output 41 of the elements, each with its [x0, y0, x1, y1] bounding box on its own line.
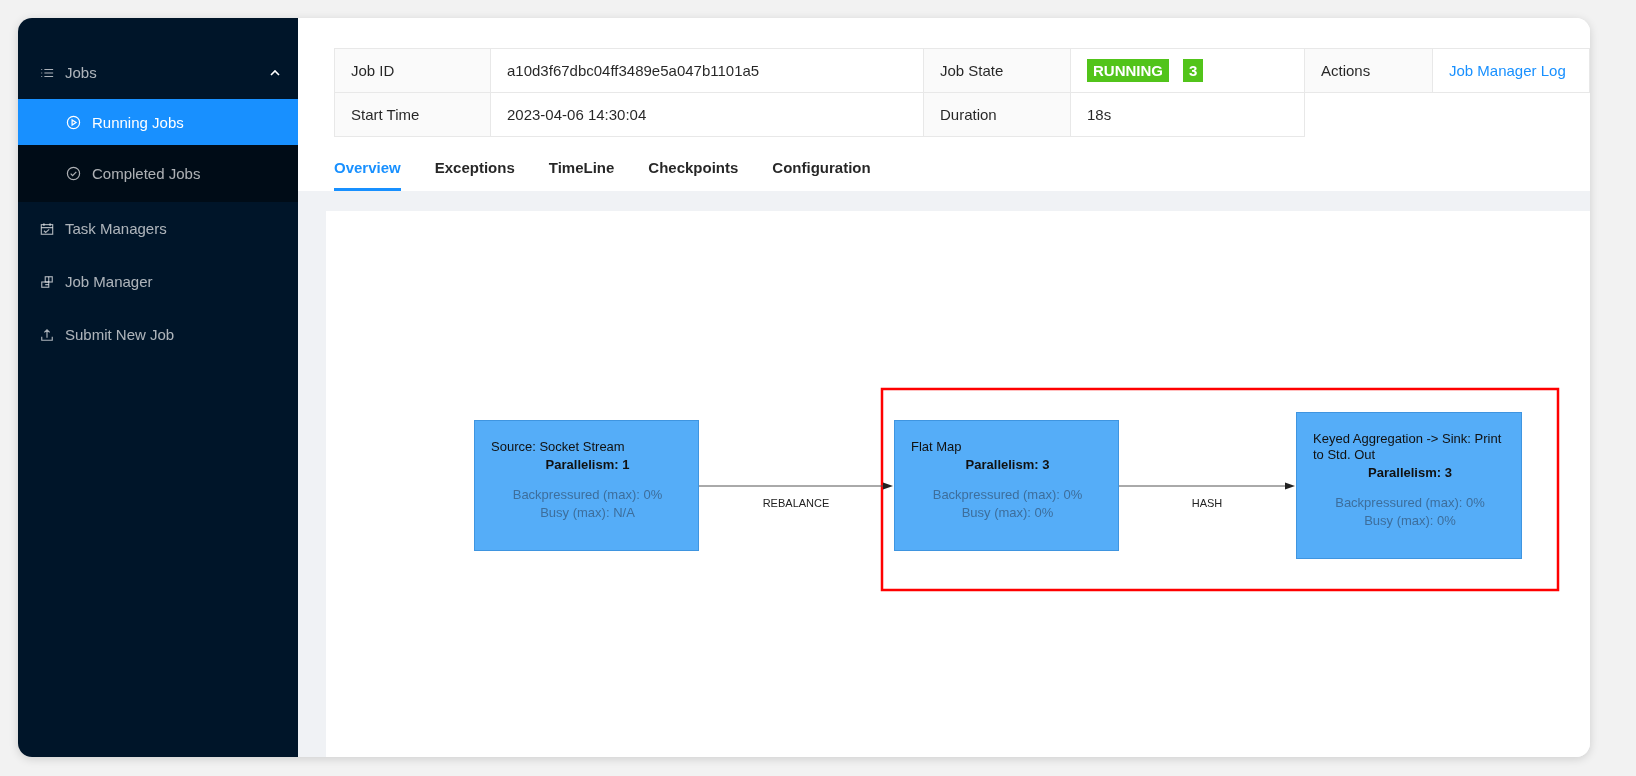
operator-node[interactable]: Flat Map Parallelism: 3 Backpressured (max): 0% Busy (max): 0% — [894, 420, 1119, 551]
windows-icon — [40, 274, 54, 289]
field-value: 18s — [1087, 106, 1112, 123]
field-value: a10d3f67dbc04ff3489e5a047b1101a5 — [507, 62, 760, 79]
status-badge: RUNNING — [1087, 59, 1169, 82]
node-parallelism: Parallelism: 3 — [964, 457, 1051, 472]
sidebar-item[interactable]: Job Manager — [18, 255, 298, 308]
tab[interactable]: TimeLine — [548, 153, 615, 191]
sidebar-item[interactable]: Jobs — [18, 46, 298, 99]
sidebar-item[interactable]: Submit New Job — [18, 308, 298, 361]
field-value: 2023-04-06 14:30:04 — [507, 106, 647, 123]
field-label: Job ID — [351, 62, 395, 79]
field-label: Job State — [940, 62, 1004, 79]
tab[interactable]: Checkpoints — [648, 153, 739, 191]
edge-label: HASH — [1191, 497, 1223, 509]
node-metric: Busy (max): 0% — [960, 504, 1055, 522]
node-metric: Busy (max): 0% — [1363, 512, 1457, 530]
check-circle-icon — [66, 166, 81, 181]
tab[interactable]: Exceptions — [434, 153, 515, 191]
node-metric: Backpressured (max): 0% — [931, 486, 1084, 504]
tab[interactable]: Configuration — [772, 153, 871, 191]
play-circle-icon — [66, 114, 81, 130]
node-parallelism: Parallelism: 3 — [1367, 465, 1453, 480]
field-label: Duration — [940, 106, 997, 123]
node-title: Source: Socket Stream — [491, 439, 626, 455]
field-label: Start Time — [351, 106, 420, 123]
node-metric: Busy (max): N/A — [539, 504, 636, 522]
node-title: Flat Map — [911, 439, 963, 455]
count-badge: 3 — [1183, 59, 1204, 82]
operator-node[interactable]: Keyed Aggregation -> Sink: Print to Std. Out Parallelism: 3 Backpressured (max): 0% Busy (max): 0% — [1296, 412, 1522, 559]
node-metric: Backpressured (max): 0% — [511, 486, 664, 504]
edge-label: REBALANCE — [762, 497, 830, 509]
sidebar-item[interactable]: Completed Jobs — [18, 145, 298, 202]
field-label: Actions — [1321, 62, 1371, 79]
upload-icon — [40, 327, 54, 342]
node-parallelism: Parallelism: 1 — [544, 457, 631, 472]
operator-node[interactable]: Source: Socket Stream Parallelism: 1 Backpressured (max): 0% Busy (max): N/A — [474, 420, 699, 551]
sidebar-item[interactable]: Task Managers — [18, 202, 298, 255]
node-title: Keyed Aggregation -> Sink: Print to Std. Out — [1313, 431, 1503, 463]
node-metric: Backpressured (max): 0% — [1334, 494, 1486, 512]
calendar-icon — [40, 221, 54, 236]
